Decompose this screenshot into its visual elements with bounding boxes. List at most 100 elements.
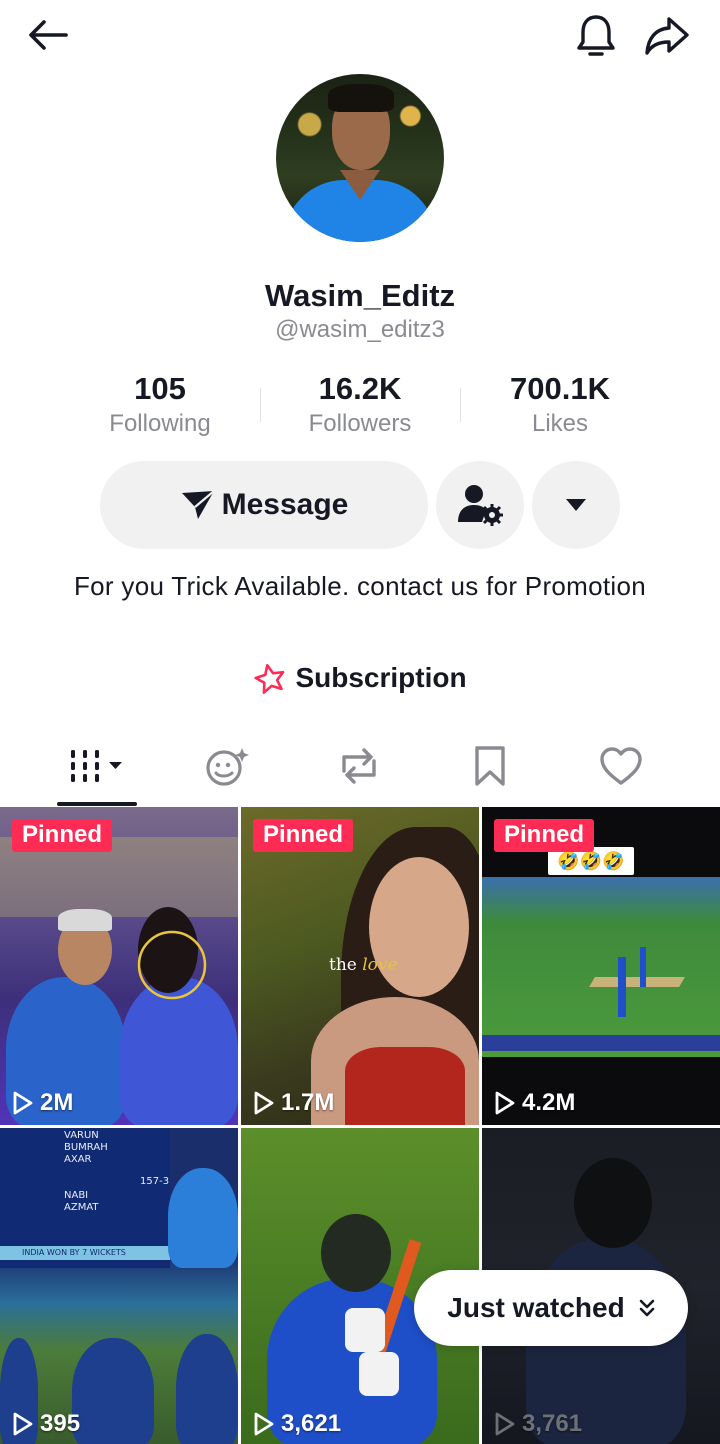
video-thumbnail[interactable]: 🤣🤣🤣 Pinned 4.2M: [482, 807, 720, 1125]
play-icon: [13, 1091, 33, 1115]
profile-tabs: [0, 730, 720, 806]
view-count: 3,621: [253, 1410, 341, 1438]
bookmark-icon: [475, 746, 505, 786]
share-button[interactable]: [636, 8, 698, 64]
view-count: 395: [12, 1410, 80, 1438]
helmet: [574, 1158, 652, 1248]
heart-icon: [600, 747, 642, 785]
repost-icon: [342, 748, 376, 784]
stat-followers[interactable]: 16.2K Followers: [260, 370, 460, 440]
caret-down-icon: [566, 499, 586, 511]
stat-label: Likes: [531, 410, 589, 437]
message-button[interactable]: Message: [100, 461, 428, 549]
add-friend-button[interactable]: [436, 461, 524, 549]
player: [618, 957, 626, 1017]
cricket-field: [482, 877, 720, 1057]
view-count: 2M: [12, 1089, 73, 1117]
person-settings-icon: [458, 485, 503, 526]
play-icon: [495, 1091, 515, 1115]
pitch: [589, 977, 685, 987]
view-count-text: 3,761: [522, 1410, 583, 1437]
helmet: [321, 1214, 391, 1292]
stat-following[interactable]: 105 Following: [60, 370, 260, 440]
play-icon: [13, 1412, 33, 1436]
red-top: [345, 1047, 465, 1125]
person-hair: [58, 909, 112, 931]
notification-button[interactable]: [566, 8, 626, 64]
view-count-text: 1.7M: [281, 1089, 335, 1116]
avatar-hair: [328, 84, 394, 112]
tab-reposts[interactable]: [294, 730, 424, 802]
caption-word: the: [329, 955, 357, 975]
grid-icon: [71, 750, 122, 782]
video-caption: the love: [329, 955, 398, 975]
more-options-button[interactable]: [532, 461, 620, 549]
view-count-text: 4.2M: [522, 1089, 576, 1116]
tab-liked[interactable]: [556, 730, 686, 802]
subscription-link[interactable]: Subscription: [0, 662, 720, 694]
bell-icon: [577, 15, 615, 56]
view-count-text: 395: [40, 1410, 81, 1437]
woman-face: [369, 857, 469, 997]
subscription-label: Subscription: [295, 662, 467, 693]
scoreboard-graphic: VARUN BUMRAH AXAR 157-3 NABI AZMAT INDIA…: [0, 1128, 170, 1268]
video-grid: Pinned 2M the love Pinned 1.7M 🤣🤣🤣 Pinne…: [0, 807, 720, 1444]
just-watched-label: Just watched: [447, 1292, 625, 1323]
scoreboard-text: AZMAT: [64, 1202, 99, 1213]
scoreboard-text: NABI: [64, 1190, 89, 1201]
view-count-text: 2M: [40, 1089, 74, 1116]
video-thumbnail[interactable]: VARUN BUMRAH AXAR 157-3 NABI AZMAT INDIA…: [0, 1128, 238, 1444]
caption-word-highlight: love: [362, 955, 398, 975]
send-icon: [181, 490, 215, 519]
pinned-badge: Pinned: [12, 819, 113, 852]
avatar[interactable]: [276, 74, 444, 242]
scoreboard-text: AXAR: [64, 1154, 92, 1165]
back-button[interactable]: [18, 10, 78, 60]
arrow-left-icon: [29, 20, 68, 50]
top-bar: [0, 0, 720, 70]
play-icon: [495, 1412, 515, 1436]
view-count: 3,761: [494, 1410, 582, 1438]
stat-likes[interactable]: 700.1K Likes: [460, 370, 660, 440]
pinned-badge: Pinned: [253, 819, 354, 852]
tab-videos[interactable]: [32, 730, 162, 802]
view-count: 4.2M: [494, 1089, 575, 1117]
active-tab-indicator: [57, 802, 137, 806]
scoreboard-text: VARUN: [64, 1130, 99, 1141]
player: [640, 947, 646, 987]
pinned-badge: Pinned: [494, 819, 595, 852]
stat-value: 16.2K: [318, 371, 402, 406]
view-count: 1.7M: [253, 1089, 334, 1117]
view-count-text: 3,621: [281, 1410, 342, 1437]
share-arrow-icon: [645, 17, 689, 55]
score-strip: [482, 1035, 720, 1051]
person-shape: [168, 1168, 238, 1268]
stat-value: 105: [134, 371, 186, 406]
stat-label: Followers: [308, 410, 412, 437]
play-icon: [254, 1091, 274, 1115]
profile-stats: 105 Following 16.2K Followers 700.1K Lik…: [60, 370, 660, 440]
display-name: Wasim_Editz: [264, 278, 456, 313]
stat-value: 700.1K: [510, 371, 610, 406]
play-icon: [254, 1412, 274, 1436]
highlight-circle: [137, 930, 207, 1000]
person-shape: [72, 1338, 154, 1444]
scoreboard-text: 157-3: [140, 1176, 170, 1187]
star-icon: [254, 663, 285, 694]
scoreboard-text: BUMRAH: [64, 1142, 108, 1153]
glove: [345, 1308, 385, 1352]
user-handle: @wasim_editz3: [275, 316, 445, 343]
collab-icon: [206, 748, 249, 786]
scoreboard-banner: INDIA WON BY 7 WICKETS: [0, 1246, 170, 1260]
double-chevron-down-icon: [639, 1299, 654, 1317]
tab-favorites[interactable]: [425, 730, 555, 802]
person-shape: [176, 1334, 238, 1444]
glove: [359, 1352, 399, 1396]
just-watched-button[interactable]: Just watched: [414, 1270, 688, 1346]
video-thumbnail[interactable]: Pinned 2M: [0, 807, 238, 1125]
profile-bio: For you Trick Available. contact us for …: [73, 571, 647, 601]
tab-collab[interactable]: [163, 730, 293, 802]
message-label: Message: [221, 488, 349, 521]
stat-label: Following: [109, 410, 211, 437]
video-thumbnail[interactable]: the love Pinned 1.7M: [241, 807, 479, 1125]
